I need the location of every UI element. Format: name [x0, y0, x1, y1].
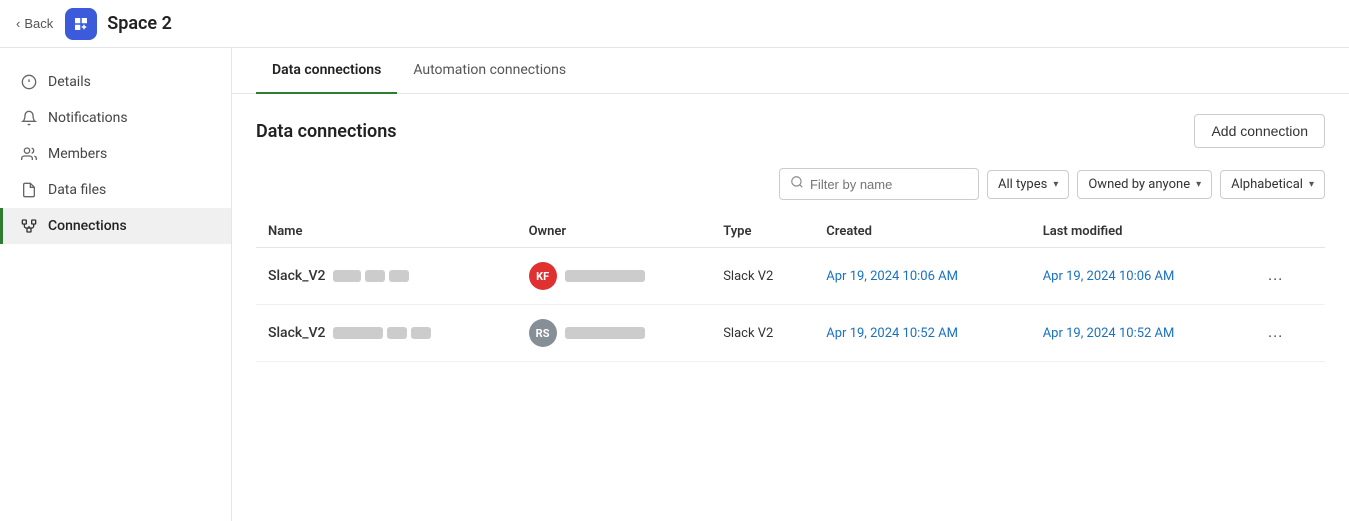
content-area: Data connections Automation connections … — [232, 48, 1349, 521]
chevron-left-icon: ‹ — [16, 16, 20, 31]
chevron-down-icon: ▾ — [1309, 179, 1314, 190]
people-icon — [20, 145, 38, 163]
tab-data-connections[interactable]: Data connections — [256, 48, 397, 94]
cell-last-modified: Apr 19, 2024 10:52 AM — [1031, 305, 1247, 362]
search-input[interactable] — [810, 177, 968, 192]
sidebar-item-connections[interactable]: Connections — [0, 208, 231, 244]
avatar: KF — [529, 262, 557, 290]
table-row: Slack_V2 KF Slack V2 Apr 19, 2024 — [256, 248, 1325, 305]
search-icon — [790, 175, 804, 193]
owner-filter-dropdown[interactable]: Owned by anyone ▾ — [1077, 170, 1212, 199]
col-name: Name — [256, 216, 517, 248]
sidebar-item-connections-label: Connections — [48, 218, 127, 234]
col-owner: Owner — [517, 216, 712, 248]
cell-name: Slack_V2 — [256, 248, 517, 305]
col-created: Created — [814, 216, 1030, 248]
connections-table: Name Owner Type Created Last modified Sl… — [256, 216, 1325, 362]
type-filter-label: All types — [998, 177, 1047, 192]
sidebar-item-notifications-label: Notifications — [48, 110, 128, 126]
cell-name: Slack_V2 — [256, 305, 517, 362]
col-last-modified: Last modified — [1031, 216, 1247, 248]
sort-filter-label: Alphabetical — [1231, 177, 1303, 192]
cell-owner: KF — [517, 248, 712, 305]
sidebar-item-data-files-label: Data files — [48, 182, 106, 198]
space-title: Space 2 — [107, 13, 172, 34]
avatar: RS — [529, 319, 557, 347]
cell-type: Slack V2 — [711, 305, 814, 362]
cell-created: Apr 19, 2024 10:52 AM — [814, 305, 1030, 362]
cell-actions: … — [1247, 305, 1325, 362]
back-button[interactable]: ‹ Back — [16, 16, 53, 31]
connection-name: Slack_V2 — [268, 268, 325, 284]
search-filter[interactable] — [779, 168, 979, 200]
col-actions — [1247, 216, 1325, 248]
sidebar-item-details-label: Details — [48, 74, 91, 90]
owner-filter-label: Owned by anyone — [1088, 177, 1190, 192]
col-type: Type — [711, 216, 814, 248]
file-icon — [20, 181, 38, 199]
circle-icon — [20, 73, 38, 91]
space-icon — [65, 8, 97, 40]
sidebar-item-data-files[interactable]: Data files — [0, 172, 231, 208]
chevron-down-icon: ▾ — [1053, 179, 1058, 190]
sidebar: Details Notifications Members Data files — [0, 48, 232, 521]
sort-filter-dropdown[interactable]: Alphabetical ▾ — [1220, 170, 1325, 199]
sidebar-item-details[interactable]: Details — [0, 64, 231, 100]
tabs-bar: Data connections Automation connections — [232, 48, 1349, 94]
tab-automation-connections[interactable]: Automation connections — [397, 48, 582, 94]
cell-created: Apr 19, 2024 10:06 AM — [814, 248, 1030, 305]
cell-type: Slack V2 — [711, 248, 814, 305]
filters-row: All types ▾ Owned by anyone ▾ Alphabetic… — [256, 168, 1325, 200]
more-options-button[interactable]: … — [1259, 320, 1291, 346]
connection-name: Slack_V2 — [268, 325, 325, 341]
more-options-button[interactable]: … — [1259, 263, 1291, 289]
sidebar-item-notifications[interactable]: Notifications — [0, 100, 231, 136]
bell-icon — [20, 109, 38, 127]
sidebar-item-members[interactable]: Members — [0, 136, 231, 172]
cell-actions: … — [1247, 248, 1325, 305]
cell-owner: RS — [517, 305, 712, 362]
type-filter-dropdown[interactable]: All types ▾ — [987, 170, 1069, 199]
add-connection-button[interactable]: Add connection — [1194, 114, 1325, 148]
page-title: Data connections — [256, 121, 397, 142]
connection-icon — [20, 217, 38, 235]
cell-last-modified: Apr 19, 2024 10:06 AM — [1031, 248, 1247, 305]
sidebar-item-members-label: Members — [48, 146, 107, 162]
back-label: Back — [24, 16, 53, 31]
table-row: Slack_V2 RS Slack V2 Apr 19, 2024 — [256, 305, 1325, 362]
chevron-down-icon: ▾ — [1196, 179, 1201, 190]
